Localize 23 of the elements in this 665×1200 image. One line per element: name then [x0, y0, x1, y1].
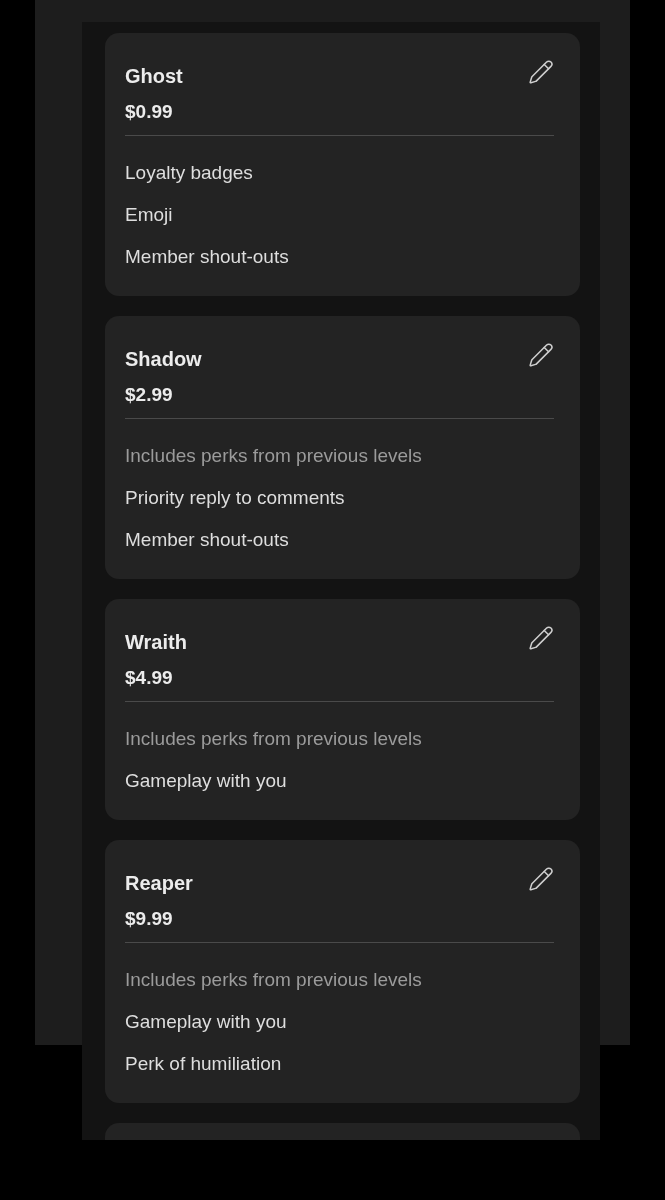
perk-item: Emoji — [125, 203, 173, 227]
tier-price: $2.99 — [125, 383, 173, 407]
tier-price: $4.99 — [125, 666, 173, 690]
perk-item: Member shout-outs — [125, 245, 289, 269]
inherited-perks-note: Includes perks from previous levels — [125, 727, 422, 751]
pencil-icon[interactable] — [528, 342, 554, 368]
pencil-icon[interactable] — [528, 59, 554, 85]
tier-name: Ghost — [125, 64, 183, 89]
perk-item: Priority reply to comments — [125, 486, 345, 510]
pencil-icon[interactable] — [528, 866, 554, 892]
perk-item: Gameplay with you — [125, 769, 287, 793]
perk-item: Gameplay with you — [125, 1010, 287, 1034]
inherited-perks-note: Includes perks from previous levels — [125, 968, 422, 992]
perk-item: Loyalty badges — [125, 161, 253, 185]
perk-item: Member shout-outs — [125, 528, 289, 552]
tier-price: $0.99 — [125, 100, 173, 124]
inherited-perks-note: Includes perks from previous levels — [125, 444, 422, 468]
tier-name: Shadow — [125, 347, 202, 372]
pencil-icon[interactable] — [528, 625, 554, 651]
tier-name: Reaper — [125, 871, 193, 896]
tier-name: Wraith — [125, 630, 187, 655]
tier-price: $9.99 — [125, 907, 173, 931]
perk-item: Perk of humiliation — [125, 1052, 282, 1076]
